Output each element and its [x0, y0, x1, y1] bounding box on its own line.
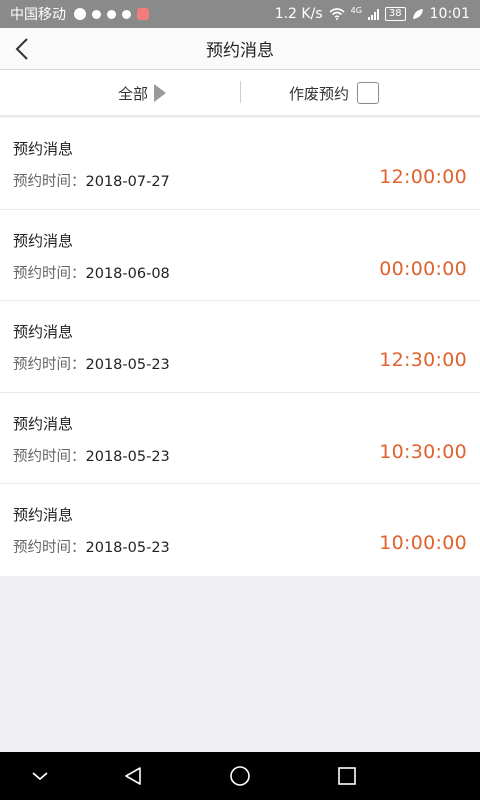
item-time: 10:00:00 — [379, 532, 467, 554]
item-time: 12:00:00 — [379, 166, 467, 188]
hide-keyboard-icon — [32, 772, 48, 781]
item-date-value: 2018-07-27 — [85, 174, 170, 190]
battery-icon: 38 — [384, 7, 406, 21]
system-nav-bar — [0, 752, 480, 800]
filter-void-label: 作废预约 — [289, 84, 350, 103]
triangle-right-icon — [154, 84, 167, 102]
item-title: 预约消息 — [13, 140, 74, 158]
status-bar: 中国移动 1.2 K/s 4G 38 10:01 — [0, 0, 480, 28]
eye-notification-icon — [107, 9, 116, 19]
header: 预约消息 — [0, 28, 480, 70]
back-triangle-icon — [125, 767, 141, 785]
item-date-value: 2018-05-23 — [85, 448, 170, 465]
list-item[interactable]: 预约消息 预约时间：2018-05-23 12:30:00 — [0, 301, 480, 393]
item-title: 预约消息 — [13, 323, 74, 341]
wifi-icon — [329, 8, 345, 20]
item-date: 预约时间：2018-06-08 — [13, 262, 170, 283]
item-date-value: 2018-06-08 — [85, 265, 170, 282]
list-item[interactable]: 预约消息 预约时间：2018-07-27 12:00:00 — [0, 118, 480, 210]
back-button[interactable] — [8, 34, 36, 64]
carrier-label: 中国移动 — [10, 7, 66, 23]
item-date: 预约时间：2018-05-23 — [13, 353, 170, 374]
nav-recents-button[interactable] — [323, 752, 371, 800]
filter-bar: 全部 作废预约 — [0, 70, 480, 116]
list-item[interactable]: 预约消息 预约时间：2018-05-23 10:30:00 — [0, 393, 480, 484]
item-time: 12:30:00 — [379, 349, 467, 371]
nav-home-button[interactable] — [216, 752, 264, 800]
item-date-label: 预约时间： — [13, 357, 86, 373]
item-title: 预约消息 — [13, 414, 74, 433]
item-time: 00:00:00 — [379, 257, 467, 280]
item-date: 预约时间：2018-05-23 — [13, 536, 170, 557]
leaf-icon — [412, 9, 423, 19]
app-notification-icon — [92, 9, 101, 19]
item-title: 预约消息 — [13, 231, 74, 250]
chevron-left-icon — [15, 38, 28, 60]
home-circle-icon — [230, 766, 250, 786]
item-date-value: 2018-05-23 — [85, 357, 170, 373]
message-notification-icon — [122, 9, 131, 19]
network-type: 4G — [350, 6, 362, 15]
item-title: 预约消息 — [13, 506, 74, 524]
signal-icon — [367, 8, 379, 20]
notification-icons — [74, 8, 149, 20]
filter-void-toggle[interactable]: 作废预约 — [289, 70, 380, 116]
nav-back-button[interactable] — [109, 752, 157, 800]
item-date-label: 预约时间： — [13, 265, 86, 282]
item-date-label: 预约时间： — [13, 174, 86, 190]
void-checkbox[interactable] — [357, 82, 380, 104]
photo-notification-icon — [137, 8, 149, 20]
item-date-label: 预约时间： — [13, 540, 86, 556]
list-item[interactable]: 预约消息 预约时间：2018-06-08 00:00:00 — [0, 210, 480, 301]
item-time: 10:30:00 — [379, 440, 467, 463]
page-title: 预约消息 — [206, 41, 274, 61]
item-date: 预约时间：2018-05-23 — [13, 445, 170, 466]
recents-square-icon — [338, 767, 356, 785]
status-right: 1.2 K/s 4G 38 10:01 — [275, 6, 470, 22]
hide-keyboard-button[interactable] — [16, 752, 64, 800]
filter-all-label: 全部 — [118, 84, 149, 103]
clock: 10:01 — [429, 6, 470, 22]
item-date: 预约时间：2018-07-27 — [13, 170, 170, 191]
item-date-value: 2018-05-23 — [85, 540, 170, 556]
filter-divider — [240, 81, 241, 103]
navigation-notification-icon — [74, 8, 86, 20]
item-date-label: 预约时间： — [13, 448, 86, 465]
list-item[interactable]: 预约消息 预约时间：2018-05-23 10:00:00 — [0, 484, 480, 576]
appointment-list: 预约消息 预约时间：2018-07-27 12:00:00 预约消息 预约时间：… — [0, 118, 480, 576]
filter-all-button[interactable]: 全部 — [118, 70, 167, 116]
network-speed: 1.2 K/s — [274, 6, 323, 22]
